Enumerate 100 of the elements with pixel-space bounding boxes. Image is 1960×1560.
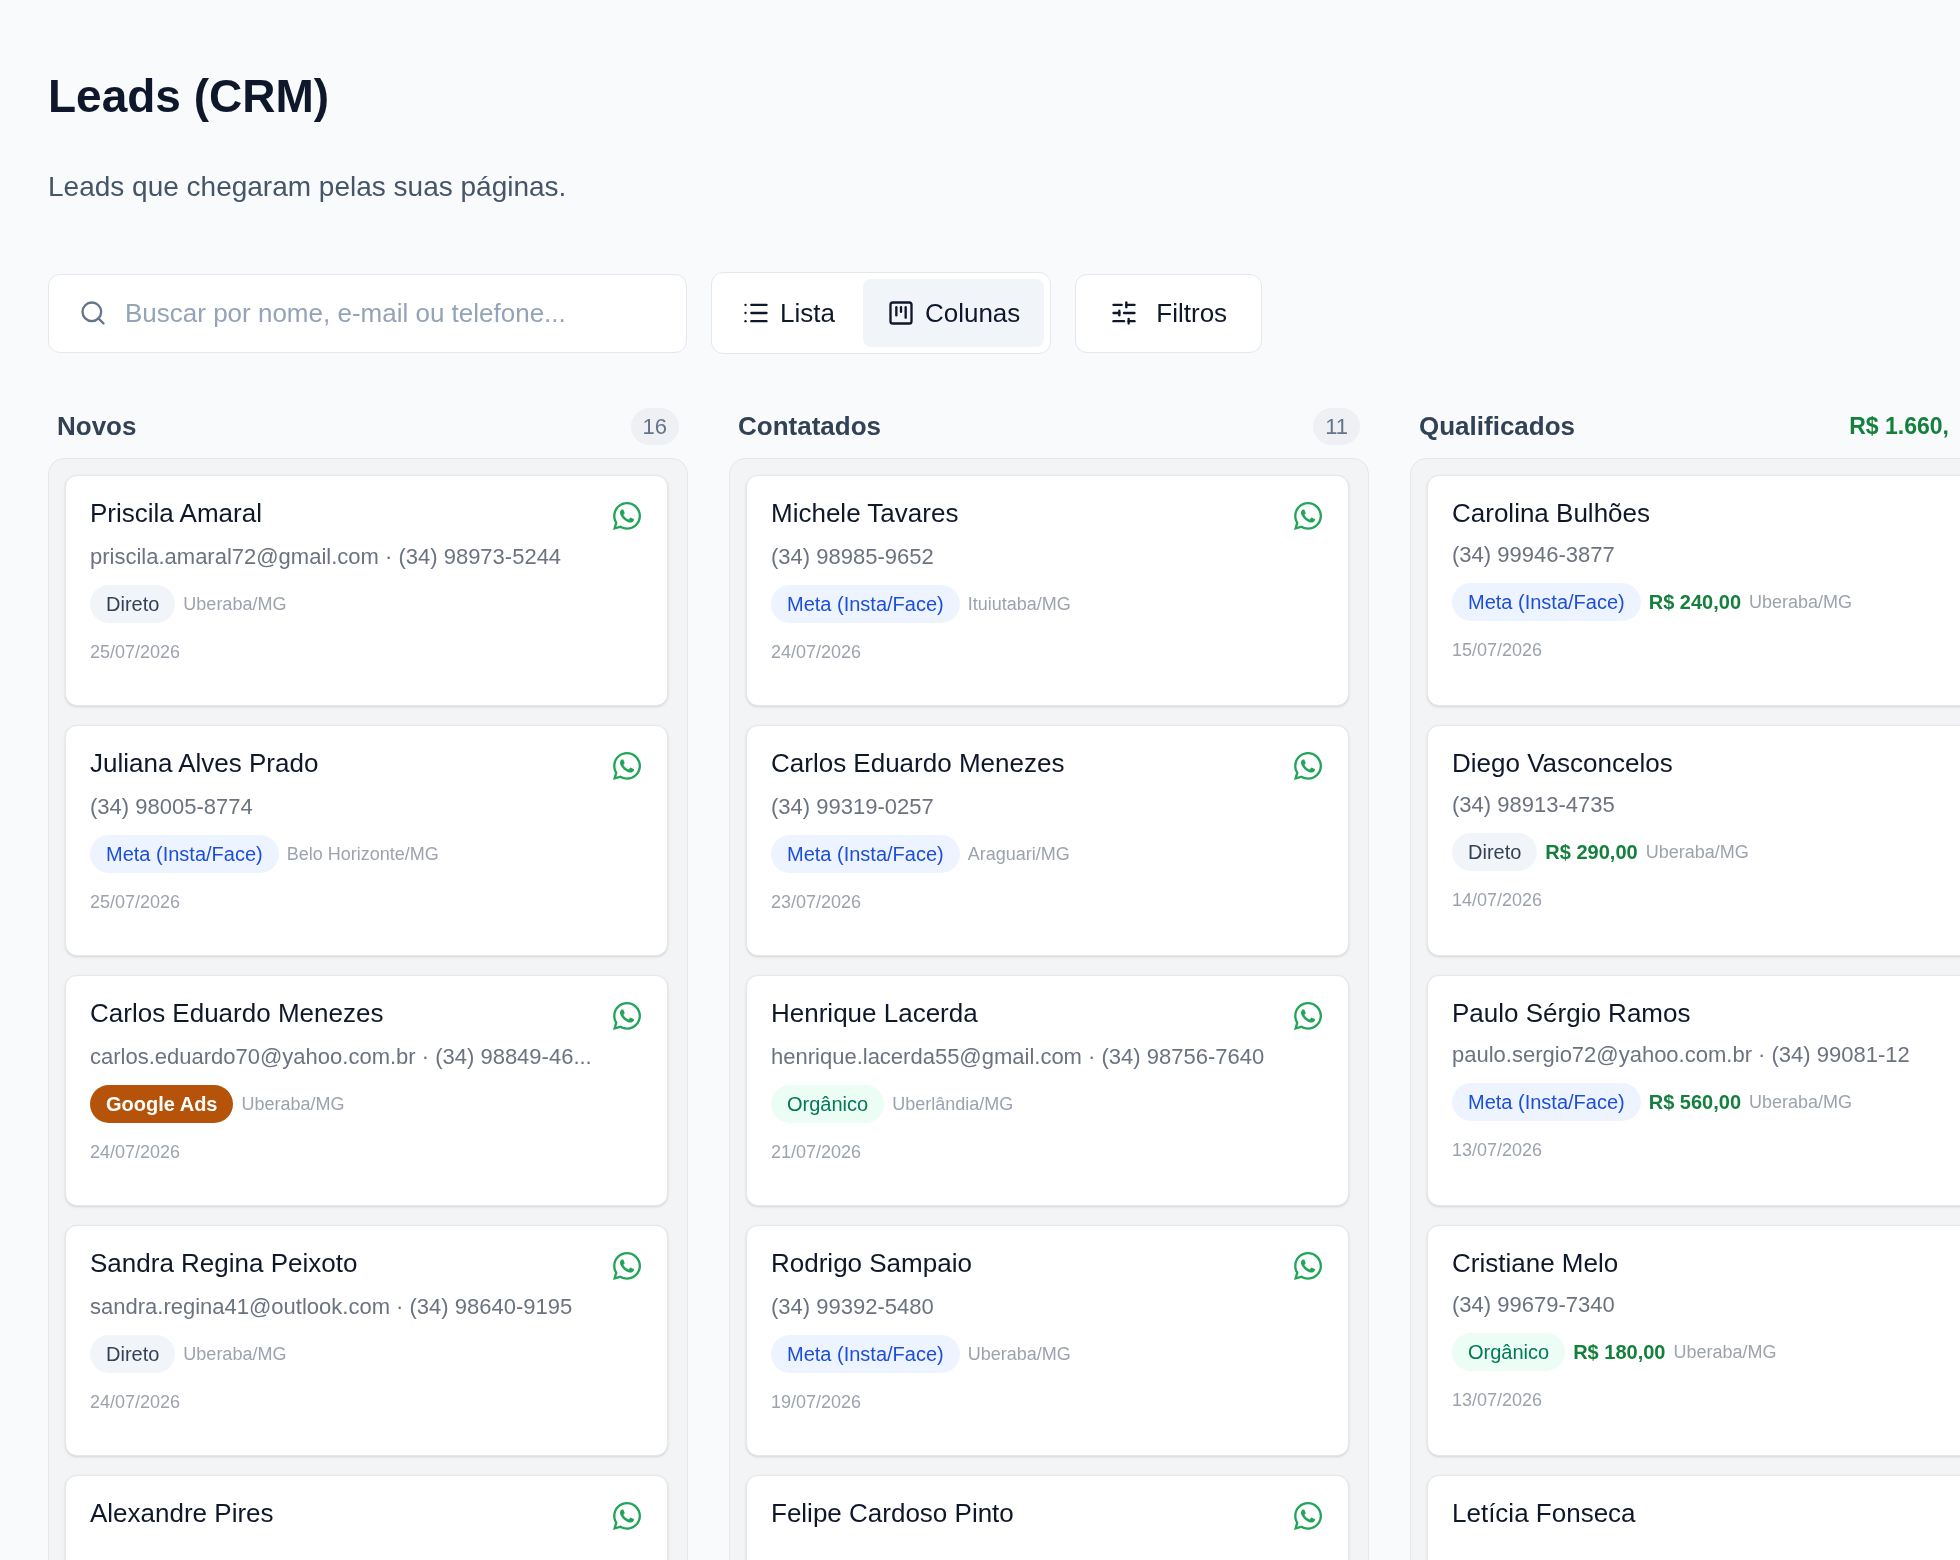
lead-contact: (34) 99319-0257 [771,793,935,821]
lead-date: 13/07/2026 [1452,1139,1544,1162]
lead-card[interactable]: Cristiane Melo (34) 99679-7340 Orgânico R$ 180,00 Uberaba/MG 13/07/2026 [1427,1225,1960,1456]
whatsapp-icon[interactable] [1292,1250,1324,1282]
source-tag: Meta (Insta/Face) [1452,1083,1641,1121]
lead-date: 14/07/2026 [1452,889,1544,912]
lead-name: Diego Vasconcelos [1452,747,1673,780]
lead-value: R$ 290,00 [1545,840,1638,865]
source-tag: Meta (Insta/Face) [90,835,279,873]
source-tag: Meta (Insta/Face) [771,1335,960,1373]
lead-name: Henrique Lacerda [771,997,978,1030]
whatsapp-icon[interactable] [611,1000,643,1032]
whatsapp-icon[interactable] [1292,1500,1324,1532]
lead-city: Uberlândia/MG [892,1092,1014,1116]
lead-contact: (34) 98005-8774 [90,793,254,821]
source-tag: Orgânico [1452,1333,1566,1371]
lead-value: R$ 560,00 [1648,1090,1741,1115]
lead-date: 24/07/2026 [771,641,863,664]
lead-contact: (34) 98985-9652 [771,543,935,571]
lead-name: Cristiane Melo [1452,1247,1619,1280]
lead-card[interactable]: Carlos Eduardo Menezes (34) 99319-0257 Meta (Insta/Face) Araguari/MG 23/07/2026 [746,725,1349,956]
lead-value: R$ 240,00 [1648,590,1741,615]
lead-date: 13/07/2026 [1452,1389,1544,1412]
page-title: Leads (CRM) [48,69,331,124]
lead-card[interactable]: Carlos Eduardo Menezes carlos.eduardo70@yahoo.com.br · (34) 98849-46... Google Ads Uberaba/MG 24/07/2026 [65,975,668,1206]
lead-city: Uberaba/MG [1645,840,1749,864]
lead-date: 15/07/2026 [1452,639,1544,662]
page-subtitle: Leads que chegaram pelas suas páginas. [48,170,568,204]
whatsapp-icon[interactable] [1292,750,1324,782]
lead-value: R$ 180,00 [1573,1340,1666,1365]
lead-card[interactable]: Carolina Bulhões (34) 99946-3877 Meta (Insta/Face) R$ 240,00 Uberaba/MG 15/07/2026 [1427,475,1960,706]
whatsapp-icon[interactable] [1292,500,1324,532]
lead-contact: sandra.regina41@outlook.com · (34) 98640-9195 [90,1293,574,1321]
lead-card[interactable]: Priscila Amaral priscila.amaral72@gmail.com · (34) 98973-5244 Direto Uberaba/MG 25/07/2026 [65,475,668,706]
source-tag: Direto [90,585,176,623]
column-total: R$ 1.660, [1849,411,1949,441]
whatsapp-icon[interactable] [1292,1000,1324,1032]
view-tab[interactable]: Colunas [862,279,1045,347]
lead-name: Priscila Amaral [90,497,262,530]
source-tag: Orgânico [771,1085,885,1123]
lead-city: Uberaba/MG [967,1342,1071,1366]
count-badge: 16 [630,407,679,445]
column-title: Contatados [738,409,881,443]
source-tag: Meta (Insta/Face) [771,585,960,623]
lead-name: Michele Tavares [771,497,959,530]
lead-card[interactable]: Felipe Cardoso Pinto [746,1475,1349,1560]
search-field[interactable]: Buscar por nome, e-mail ou telefone... [48,273,687,353]
lead-contact: carlos.eduardo70@yahoo.com.br · (34) 98849-46... [90,1043,593,1071]
sliders-icon [1110,299,1139,327]
lead-city: Uberaba/MG [1673,1340,1777,1364]
lead-city: Belo Horizonte/MG [286,842,439,866]
source-tag: Meta (Insta/Face) [1452,583,1641,621]
whatsapp-icon[interactable] [611,1500,643,1532]
lead-card[interactable]: Henrique Lacerda henrique.lacerda55@gmail.com · (34) 98756-7640 Orgânico Uberlândia/MG 21/07/2026 [746,975,1349,1206]
lead-city: Ituiutaba/MG [967,592,1071,616]
lead-card[interactable]: Paulo Sérgio Ramos paulo.sergio72@yahoo.com.br · (34) 99081-12 Meta (Insta/Face) R$ 560,00 Uberaba/MG 13/07/2026 [1427,975,1960,1206]
lead-city: Uberaba/MG [241,1092,345,1116]
lead-name: Paulo Sérgio Ramos [1452,997,1691,1030]
lead-contact: (34) 99392-5480 [771,1293,935,1321]
lead-name: Rodrigo Sampaio [771,1247,972,1280]
filter-button[interactable]: Filtros [1075,273,1263,353]
lead-city: Uberaba/MG [1749,590,1853,614]
lead-contact: (34) 99679-7340 [1452,1291,1616,1319]
lead-name: Letícia Fonseca [1452,1497,1636,1530]
source-tag: Direto [90,1335,176,1373]
lead-date: 25/07/2026 [90,641,182,664]
lead-contact: priscila.amaral72@gmail.com · (34) 98973-5244 [90,543,563,571]
source-tag: Direto [1452,833,1538,871]
lead-card[interactable]: Juliana Alves Prado (34) 98005-8774 Meta (Insta/Face) Belo Horizonte/MG 25/07/2026 [65,725,668,956]
lead-card[interactable]: Michele Tavares (34) 98985-9652 Meta (Insta/Face) Ituiutaba/MG 24/07/2026 [746,475,1349,706]
lead-date: 25/07/2026 [90,891,182,914]
lead-date: 23/07/2026 [771,891,863,914]
whatsapp-icon[interactable] [611,750,643,782]
source-tag: Meta (Insta/Face) [771,835,960,873]
search-icon [79,299,107,327]
view-tab[interactable]: Lista [718,279,859,347]
search-input[interactable]: Buscar por nome, e-mail ou telefone... [125,293,656,333]
lead-name: Alexandre Pires [90,1497,274,1530]
lead-card[interactable]: Sandra Regina Peixoto sandra.regina41@outlook.com · (34) 98640-9195 Direto Uberaba/MG 24/07/2026 [65,1225,668,1456]
lead-city: Uberaba/MG [1749,1090,1853,1114]
lead-card[interactable]: Alexandre Pires [65,1475,668,1560]
lead-contact: paulo.sergio72@yahoo.com.br · (34) 99081-12 [1452,1041,1911,1069]
lead-name: Carolina Bulhões [1452,497,1650,530]
columns-icon [886,299,915,327]
lead-city: Uberaba/MG [183,1342,287,1366]
column-title: Novos [57,409,137,443]
source-tag: Google Ads [90,1085,234,1123]
lead-date: 24/07/2026 [90,1391,182,1414]
lead-contact: (34) 98913-4735 [1452,791,1616,819]
lead-contact: henrique.lacerda55@gmail.com · (34) 98756-7640 [771,1043,1266,1071]
lead-card[interactable]: Diego Vasconcelos (34) 98913-4735 Direto R$ 290,00 Uberaba/MG 14/07/2026 [1427,725,1960,956]
whatsapp-icon[interactable] [611,1250,643,1282]
lead-city: Uberaba/MG [183,592,287,616]
lead-card[interactable]: Rodrigo Sampaio (34) 99392-5480 Meta (Insta/Face) Uberaba/MG 19/07/2026 [746,1225,1349,1456]
lead-card[interactable]: Letícia Fonseca [1427,1475,1960,1560]
whatsapp-icon[interactable] [611,500,643,532]
lead-name: Carlos Eduardo Menezes [90,997,384,1030]
lead-name: Felipe Cardoso Pinto [771,1497,1014,1530]
column-title: Qualificados [1419,409,1576,443]
count-badge: 11 [1313,407,1360,445]
